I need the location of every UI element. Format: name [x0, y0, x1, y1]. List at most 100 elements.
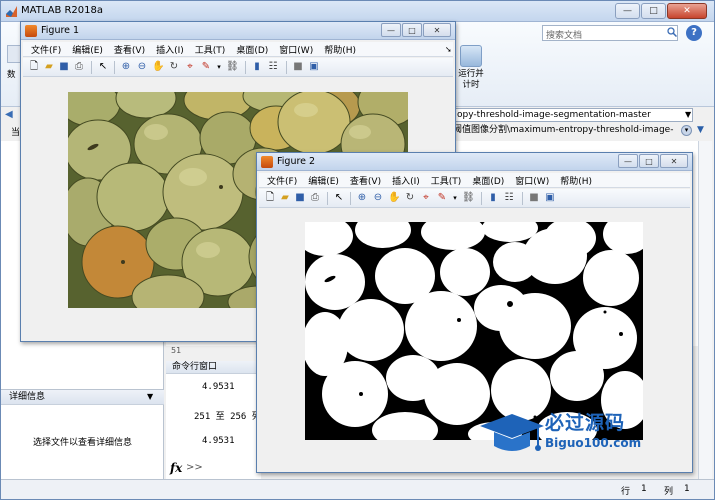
pan-icon[interactable]: ✋	[152, 61, 164, 73]
col-label: 列	[664, 487, 674, 497]
link-plot-icon[interactable]: ⛓	[462, 192, 475, 204]
edit-plot-icon[interactable]: ↖	[97, 61, 109, 73]
figure-1-menubar: 文件(F) 编辑(E) 查看(V) 插入(I) 工具(T) 桌面(D) 窗口(W…	[23, 42, 453, 57]
figure-2-titlebar[interactable]: Figure 2 — □ ✕	[257, 153, 692, 171]
hide-plot-tools-icon[interactable]: ■	[292, 61, 304, 73]
zoom-out-icon[interactable]: ⊖	[372, 192, 384, 204]
expand-icon[interactable]: ▼	[697, 125, 704, 135]
watermark-url: Biguo100.com	[545, 436, 642, 450]
menu-help[interactable]: 帮助(H)	[560, 174, 592, 187]
menu-view[interactable]: 查看(V)	[350, 174, 381, 187]
hide-plot-tools-icon[interactable]: ■	[528, 192, 540, 204]
window-title: MATLAB R2018a	[21, 5, 104, 16]
open-file-icon[interactable]: ▰	[43, 61, 55, 73]
zoom-in-icon[interactable]: ⊕	[120, 61, 132, 73]
menu-desktop[interactable]: 桌面(D)	[236, 43, 268, 56]
function-browser-icon[interactable]: fx	[170, 461, 182, 475]
menu-edit[interactable]: 编辑(E)	[308, 174, 339, 187]
menu-tools[interactable]: 工具(T)	[431, 174, 462, 187]
menu-insert[interactable]: 插入(I)	[156, 43, 184, 56]
details-panel	[1, 341, 164, 479]
details-hint: 选择文件以查看详细信息	[32, 438, 132, 448]
zoom-out-icon[interactable]: ⊖	[136, 61, 148, 73]
current-folder-address[interactable]: opy-threshold-image-segmentation-master	[453, 108, 693, 122]
colorbar-icon[interactable]: ▮	[251, 61, 263, 73]
command-prompt[interactable]: >>	[186, 462, 203, 473]
figure-2-toolbar: 🗋 ▰ ■ ⎙ ↖ ⊕ ⊖ ✋ ↻ ⌖ ✎ ▾ ⛓ ▮ ☷ ■ ▣	[259, 189, 690, 208]
rotate-3d-icon[interactable]: ↻	[404, 192, 416, 204]
menu-file[interactable]: 文件(F)	[267, 174, 297, 187]
menu-help[interactable]: 帮助(H)	[324, 43, 356, 56]
editor-line-number: 51	[171, 346, 182, 355]
pan-icon[interactable]: ✋	[388, 192, 400, 204]
toolbar-separator	[114, 61, 115, 74]
show-plot-tools-icon[interactable]: ▣	[308, 61, 320, 73]
new-figure-icon[interactable]: 🗋	[264, 192, 276, 204]
address-dropdown-icon[interactable]: ▼	[685, 110, 691, 119]
menu-window[interactable]: 窗口(W)	[515, 174, 549, 187]
run-and-time-icon	[460, 45, 482, 67]
maximize-button[interactable]: □	[641, 3, 666, 19]
print-icon[interactable]: ⎙	[309, 192, 321, 204]
colorbar-icon[interactable]: ▮	[487, 192, 499, 204]
link-plot-icon[interactable]: ⛓	[226, 61, 239, 73]
dock-pin-icon[interactable]: ➘	[445, 45, 452, 54]
close-button[interactable]: ✕	[423, 23, 451, 37]
back-arrow-icon[interactable]: ◀	[5, 109, 13, 120]
menu-window[interactable]: 窗口(W)	[279, 43, 313, 56]
open-file-icon[interactable]: ▰	[279, 192, 291, 204]
main-window-controls: — □ ✕	[614, 3, 707, 19]
figure-2-title: Figure 2	[277, 156, 316, 167]
help-icon[interactable]: ?	[686, 25, 702, 41]
brush-icon[interactable]: ✎	[436, 192, 448, 204]
zoom-in-icon[interactable]: ⊕	[356, 192, 368, 204]
legend-icon[interactable]: ☷	[503, 192, 515, 204]
data-cursor-icon[interactable]: ⌖	[184, 61, 196, 73]
data-cursor-icon[interactable]: ⌖	[420, 192, 432, 204]
left-panel-label-fragment: 当	[11, 128, 21, 138]
maximize-button[interactable]: □	[402, 23, 422, 37]
figure-1-toolbar: 🗋 ▰ ■ ⎙ ↖ ⊕ ⊖ ✋ ↻ ⌖ ✎ ▾ ⛓ ▮ ☷ ■ ▣	[23, 58, 453, 77]
menu-insert[interactable]: 插入(I)	[392, 174, 420, 187]
search-documentation-input[interactable]: 搜索文档	[542, 25, 678, 41]
right-scrollbar[interactable]	[698, 141, 712, 479]
figure-2-window-controls: — □ ✕	[617, 154, 688, 168]
toolbar-separator	[245, 61, 246, 74]
menu-tools[interactable]: 工具(T)	[195, 43, 226, 56]
details-collapse-icon[interactable]: ▼	[147, 392, 153, 401]
main-titlebar[interactable]: MATLAB R2018a — □ ✕	[1, 1, 714, 22]
search-icon[interactable]	[667, 27, 677, 37]
figure-1-titlebar[interactable]: Figure 1 — □ ✕	[21, 22, 455, 40]
minimize-button[interactable]: —	[615, 3, 640, 19]
show-plot-tools-icon[interactable]: ▣	[544, 192, 556, 204]
brush-dropdown-icon[interactable]: ▾	[213, 61, 225, 73]
menu-file[interactable]: 文件(F)	[31, 43, 61, 56]
legend-icon[interactable]: ☷	[267, 61, 279, 73]
matlab-logo-icon	[6, 6, 17, 17]
command-window-header: 命令行窗口	[166, 361, 261, 374]
new-figure-icon[interactable]: 🗋	[28, 61, 40, 73]
menu-desktop[interactable]: 桌面(D)	[472, 174, 504, 187]
close-button[interactable]: ✕	[660, 154, 688, 168]
menu-view[interactable]: 查看(V)	[114, 43, 145, 56]
print-icon[interactable]: ⎙	[73, 61, 85, 73]
minimize-button[interactable]: —	[381, 23, 401, 37]
save-icon[interactable]: ■	[58, 61, 70, 73]
save-icon[interactable]: ■	[294, 192, 306, 204]
figure-icon	[261, 156, 273, 168]
brush-dropdown-icon[interactable]: ▾	[449, 192, 461, 204]
edit-plot-icon[interactable]: ↖	[333, 192, 345, 204]
row-value: 1	[641, 484, 647, 494]
close-button[interactable]: ✕	[667, 3, 707, 19]
brush-icon[interactable]: ✎	[200, 61, 212, 73]
menu-edit[interactable]: 编辑(E)	[72, 43, 103, 56]
ribbon-button-fragment[interactable]	[7, 45, 21, 63]
details-header[interactable]: 详细信息	[1, 389, 164, 405]
maximize-button[interactable]: □	[639, 154, 659, 168]
run-and-time-button[interactable]: 运行并 计时	[453, 45, 489, 95]
actions-icon[interactable]: ▾	[681, 125, 692, 136]
rotate-3d-icon[interactable]: ↻	[168, 61, 180, 73]
toolbar-separator	[522, 192, 523, 205]
minimize-button[interactable]: —	[618, 154, 638, 168]
current-folder-path: 阈值图像分割\maximum-entropy-threshold-image-	[453, 125, 674, 135]
